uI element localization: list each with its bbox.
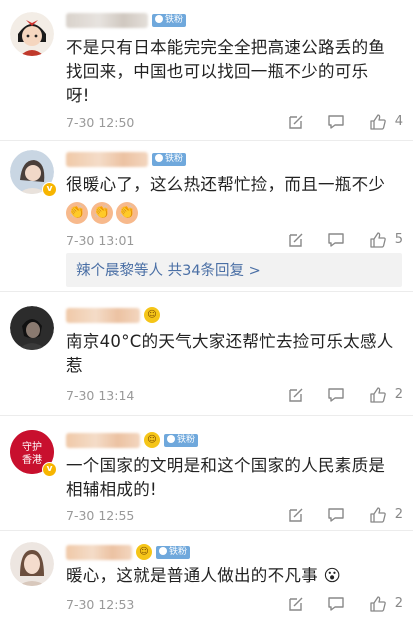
avatar[interactable] [10,12,54,56]
comment-icon[interactable] [327,386,345,404]
comment-text: 一个国家的文明是和这个国家的人民素质是 相辅相成的! [66,456,386,499]
cartoon-girl-avatar-icon [10,12,54,56]
reply-summary-box[interactable]: 辣个晨黎等人 共34条回复 > [66,253,402,287]
fan-badge: 铁粉 [156,546,191,559]
svg-text:香港: 香港 [22,454,42,466]
comment-item: ☺ 南京40°C的天气大家还帮忙去捡可乐太感人 惹 7-30 13:14 2 [0,291,413,415]
comment-time: 7-30 12:55 [66,508,135,523]
level-badge: ☺ [144,307,160,323]
woman-photo-avatar-icon [10,542,54,586]
level-badge: ☺ [136,544,152,560]
comment-item: v 铁粉 很暖心了，这么热还帮忙捡，而且一瓶不少 👏 👏 👏 7-30 13:01 … [0,140,413,291]
clap-emoji-icon: 👏 [116,202,138,224]
comment-actions: 5 [273,231,403,251]
like-icon[interactable] [369,595,387,613]
like-count: 2 [394,387,403,402]
edit-icon[interactable] [287,506,305,524]
comment-time: 7-30 13:14 [66,388,135,403]
comment-icon[interactable] [327,595,345,613]
comment-time: 7-30 12:53 [66,597,135,612]
like-count: 5 [394,232,403,247]
level-badge: ☺ [144,432,160,448]
svg-text:守护: 守护 [22,440,42,453]
comment-item: 铁粉 不是只有日本能完完全全把高速公路丢的鱼 找回来，中国也可以找回一瓶不少的可… [0,0,413,140]
comment-text: 南京40°C的天气大家还帮忙去捡可乐太感人 惹 [66,332,394,375]
like-count: 2 [394,507,403,522]
edit-icon[interactable] [287,595,305,613]
comment-text: 很暖心了，这么热还帮忙捡，而且一瓶不少 [66,175,386,194]
username-redacted[interactable] [66,545,132,560]
clap-emoji-icon: 👏 [91,202,113,224]
username-redacted[interactable] [66,152,148,167]
like-icon[interactable] [369,386,387,404]
clap-emoji-icon: 👏 [66,202,88,224]
fan-badge: 铁粉 [164,434,199,447]
comment-icon[interactable] [327,506,345,524]
comment-time: 7-30 12:50 [66,115,135,130]
comment-text: 暖心，这就是普通人做出的不凡事 😮 [66,566,342,585]
fan-badge: 铁粉 [152,14,187,27]
avatar[interactable] [10,306,54,350]
comment-icon[interactable] [327,231,345,249]
like-icon[interactable] [369,506,387,524]
comment-text: 不是只有日本能完完全全把高速公路丢的鱼 找回来，中国也可以找回一瓶不少的可乐 呀… [66,38,386,105]
comment-item: ☺ 铁粉 暖心，这就是普通人做出的不凡事 😮 7-30 12:53 2 [0,530,413,635]
verified-badge: v [42,462,57,477]
fan-badge: 铁粉 [152,153,187,166]
comment-icon[interactable] [327,113,345,131]
username-redacted[interactable] [66,308,140,323]
comment-actions: 4 [273,113,403,133]
username-redacted[interactable] [66,433,140,448]
like-count: 2 [394,596,403,611]
like-icon[interactable] [369,231,387,249]
comment-actions: 2 [273,595,403,615]
edit-icon[interactable] [287,386,305,404]
verified-badge: v [42,182,57,197]
edit-icon[interactable] [287,113,305,131]
comment-item: 守护 香港 v ☺ 铁粉 一个国家的文明是和这个国家的人民素质是 相辅相成的! … [0,415,413,530]
reply-summary-link[interactable]: 辣个晨黎等人 共34条回复 > [76,259,261,280]
comment-time: 7-30 13:01 [66,233,135,248]
like-icon[interactable] [369,113,387,131]
dark-portrait-avatar-icon [10,306,54,350]
comment-actions: 2 [273,386,403,406]
comment-actions: 2 [273,506,403,526]
avatar[interactable] [10,542,54,586]
like-count: 4 [394,114,403,129]
edit-icon[interactable] [287,231,305,249]
emoji-row: 👏 👏 👏 [66,201,141,224]
username-redacted[interactable] [66,13,148,28]
